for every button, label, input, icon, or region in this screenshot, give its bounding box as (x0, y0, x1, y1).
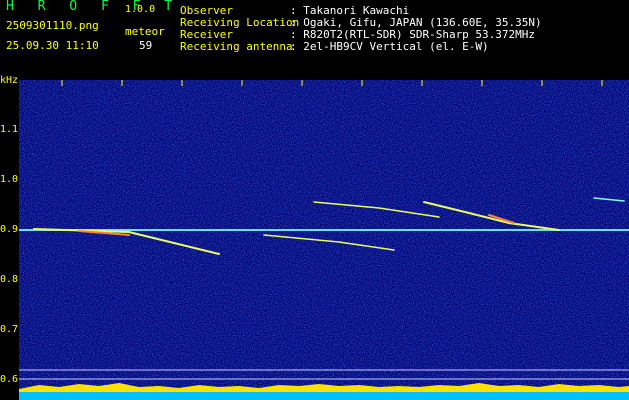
datetime-label: 25.09.30 11:10 (6, 39, 99, 52)
meteor-label: meteor (125, 25, 165, 38)
spectrogram-panel (19, 80, 629, 400)
info-value-antenna: : 2el-HB9CV Vertical (el. E-W) (290, 40, 489, 53)
y-tick-0-7: 0.7 (0, 324, 19, 335)
filename-label: 2509301110.png (6, 19, 99, 32)
y-axis: kHz 1.1 1.0 0.9 0.8 0.7 0.6 (0, 74, 19, 400)
y-tick-1-0: 1.0 (0, 174, 19, 185)
y-tick-0-9: 0.9 (0, 224, 19, 235)
y-axis-unit: kHz (0, 75, 19, 86)
header-panel: H R O F F T 1.0.0 2509301110.png meteor … (0, 0, 629, 74)
spectrogram (19, 80, 629, 400)
y-tick-0-8: 0.8 (0, 274, 19, 285)
meteor-count: 59 (139, 39, 153, 52)
y-tick-1-1: 1.1 (0, 124, 19, 135)
y-tick-0-6: 0.6 (0, 374, 19, 385)
info-label-antenna: Receiving antenna (180, 40, 293, 53)
app-version: 1.0.0 (125, 4, 156, 15)
